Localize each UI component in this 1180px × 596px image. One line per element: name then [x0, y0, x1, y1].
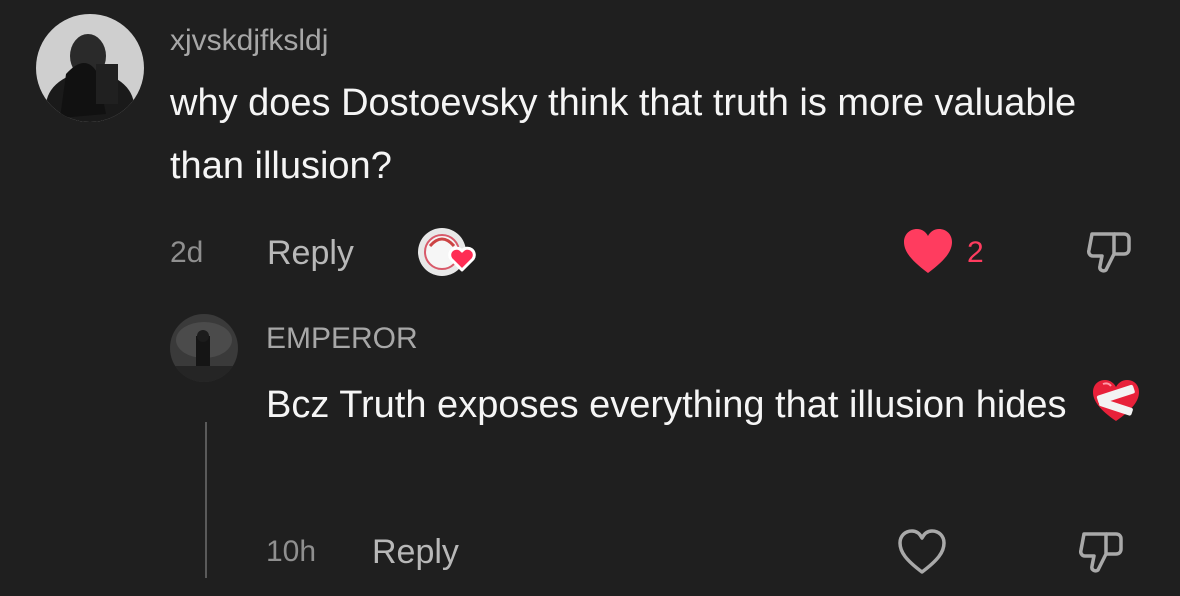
thumbs-down-icon	[1087, 232, 1131, 273]
heart-outline-icon	[898, 529, 946, 574]
creator-liked-badge-icon	[416, 226, 480, 278]
reply-button[interactable]: Reply	[267, 236, 354, 270]
reply-text: Bcz Truth exposes everything that illusi…	[266, 374, 1166, 443]
reply-username[interactable]: EMPEROR	[266, 324, 418, 354]
reply-text-content: Bcz Truth exposes everything that illusi…	[266, 384, 1067, 426]
mending-heart-emoji	[1091, 379, 1141, 443]
comment-username[interactable]: xjvskdjfksldj	[170, 26, 328, 56]
dislike-button[interactable]	[1084, 226, 1136, 278]
comment-age: 2d	[170, 236, 204, 269]
reply-button[interactable]: Reply	[372, 535, 459, 569]
like-count: 2	[967, 236, 984, 269]
heart-filled-icon	[904, 229, 952, 273]
reply-avatar[interactable]	[170, 314, 238, 382]
thread-line	[205, 422, 207, 578]
like-button[interactable]	[896, 528, 948, 576]
comment-avatar[interactable]	[36, 14, 144, 122]
thumbs-down-icon	[1079, 532, 1123, 573]
like-button[interactable]	[902, 228, 954, 276]
dislike-button[interactable]	[1076, 526, 1128, 578]
reply-age: 10h	[266, 535, 317, 568]
comment-text: why does Dostoevsky think that truth is …	[170, 82, 1077, 187]
